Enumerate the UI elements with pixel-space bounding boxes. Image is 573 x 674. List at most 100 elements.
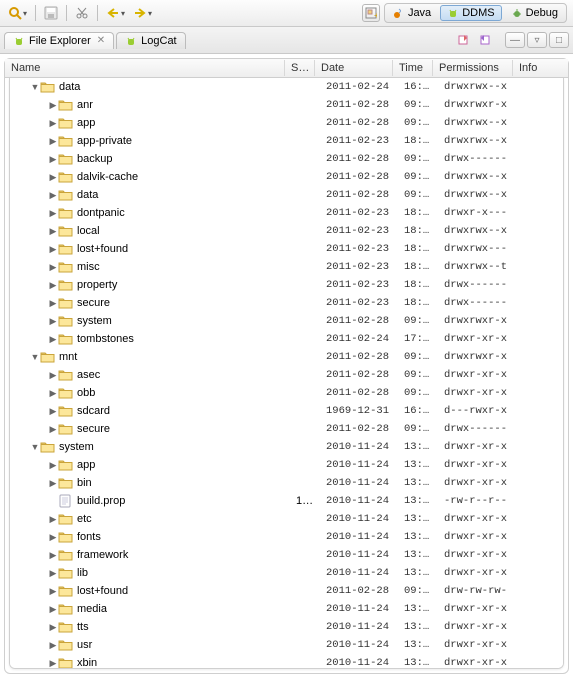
table-row[interactable]: ▶media2010-11-2413:36drwxr-xr-x (10, 600, 563, 618)
expand-toggle-collapsed-icon[interactable]: ▶ (48, 528, 58, 546)
table-row[interactable]: ▶framework2010-11-2413:38drwxr-xr-x (10, 546, 563, 564)
expand-toggle-collapsed-icon[interactable]: ▶ (48, 276, 58, 294)
open-perspective-icon[interactable]: + (362, 4, 380, 22)
table-row[interactable]: ▶app-private2011-02-2318:29drwxrwx--x (10, 132, 563, 150)
expand-toggle-collapsed-icon[interactable]: ▶ (48, 258, 58, 276)
expand-toggle-collapsed-icon[interactable]: ▶ (48, 168, 58, 186)
table-row[interactable]: ▶secure2011-02-2318:30drwx------ (10, 294, 563, 312)
tab-file-explorer[interactable]: File Explorer ✕ (4, 32, 114, 49)
expand-toggle-collapsed-icon[interactable]: ▶ (48, 330, 58, 348)
table-row[interactable]: ▶lost+found2011-02-2809:39drw-rw-rw- (10, 582, 563, 600)
table-row[interactable]: ▶secure2011-02-2809:39drwx------ (10, 420, 563, 438)
expand-toggle-collapsed-icon[interactable]: ▶ (48, 564, 58, 582)
table-row[interactable]: ▶app2011-02-2809:43drwxrwx--x (10, 114, 563, 132)
dropdown-arrow-icon[interactable]: ▾ (148, 9, 152, 18)
expand-toggle-expanded-icon[interactable]: ▼ (30, 78, 40, 96)
perspective-debug[interactable]: Debug (504, 5, 565, 21)
expand-toggle-collapsed-icon[interactable]: ▶ (48, 402, 58, 420)
expand-toggle-collapsed-icon[interactable]: ▶ (48, 96, 58, 114)
cell-time: 09:39 (398, 582, 438, 600)
table-row[interactable]: ▶backup2011-02-2809:40drwx------ (10, 150, 563, 168)
expand-toggle-collapsed-icon[interactable]: ▶ (48, 150, 58, 168)
push-file-icon[interactable] (455, 32, 473, 48)
table-row[interactable]: ▶data2011-02-2809:43drwxrwx--x (10, 186, 563, 204)
cell-date: 2011-02-23 (320, 204, 398, 222)
expand-toggle-collapsed-icon[interactable]: ▶ (48, 366, 58, 384)
close-icon[interactable]: ✕ (97, 35, 105, 46)
table-row[interactable]: ▼system2010-11-2413:36drwxr-xr-x (10, 438, 563, 456)
table-row[interactable]: ▶system2011-02-2809:43drwxrwxr-x (10, 312, 563, 330)
perspective-ddms[interactable]: DDMS (440, 5, 501, 21)
view-menu-icon[interactable]: ▿ (527, 32, 547, 48)
expand-toggle-collapsed-icon[interactable]: ▶ (48, 654, 58, 669)
table-row[interactable]: ▼mnt2011-02-2809:39drwxrwxr-x (10, 348, 563, 366)
table-row[interactable]: ▶app2010-11-2413:39drwxr-xr-x (10, 456, 563, 474)
expand-toggle-collapsed-icon[interactable]: ▶ (48, 636, 58, 654)
column-header-name[interactable]: Name (5, 60, 285, 76)
expand-toggle-collapsed-icon[interactable]: ▶ (48, 222, 58, 240)
column-header-time[interactable]: Time (393, 60, 433, 76)
table-row[interactable]: ▶dontpanic2011-02-2318:29drwxr-x--- (10, 204, 563, 222)
table-row[interactable]: ▶tombstones2011-02-2417:37drwxr-xr-x (10, 330, 563, 348)
expand-toggle-collapsed-icon[interactable]: ▶ (48, 474, 58, 492)
expand-toggle-collapsed-icon[interactable]: ▶ (48, 312, 58, 330)
expand-toggle-collapsed-icon[interactable]: ▶ (48, 240, 58, 258)
search-icon[interactable]: ▾ (6, 5, 29, 21)
expand-toggle-expanded-icon[interactable]: ▼ (30, 348, 40, 366)
table-row[interactable]: ▶lost+found2011-02-2318:29drwxrwx--- (10, 240, 563, 258)
expand-toggle-collapsed-icon[interactable]: ▶ (48, 420, 58, 438)
perspective-java[interactable]: Java (386, 5, 438, 21)
table-row[interactable]: build.prop13892010-11-2413:29-rw-r--r-- (10, 492, 563, 510)
table-row[interactable]: ▶local2011-02-2318:29drwxrwx--x (10, 222, 563, 240)
column-header-size[interactable]: Size (285, 60, 315, 76)
column-header-info[interactable]: Info (513, 60, 568, 76)
expand-toggle-expanded-icon[interactable]: ▼ (30, 438, 40, 456)
table-row[interactable]: ▶tts2010-11-2413:32drwxr-xr-x (10, 618, 563, 636)
expand-toggle-collapsed-icon[interactable]: ▶ (48, 456, 58, 474)
dropdown-arrow-icon[interactable]: ▾ (23, 9, 27, 18)
cell-time: 18:29 (398, 240, 438, 258)
table-row[interactable]: ▶lib2010-11-2413:36drwxr-xr-x (10, 564, 563, 582)
expand-toggle-collapsed-icon[interactable]: ▶ (48, 546, 58, 564)
save-icon[interactable] (42, 5, 60, 21)
expand-toggle-collapsed-icon[interactable]: ▶ (48, 204, 58, 222)
column-header-permissions[interactable]: Permissions (433, 60, 513, 76)
table-row[interactable]: ▶property2011-02-2318:31drwx------ (10, 276, 563, 294)
row-name-label: local (77, 222, 100, 240)
table-row[interactable]: ▶asec2011-02-2809:39drwxr-xr-x (10, 366, 563, 384)
expand-toggle-collapsed-icon[interactable]: ▶ (48, 618, 58, 636)
cell-time: 09:43 (398, 168, 438, 186)
maximize-view-icon[interactable]: □ (549, 32, 569, 48)
column-header-date[interactable]: Date (315, 60, 393, 76)
table-row[interactable]: ▶xbin2010-11-2413:35drwxr-xr-x (10, 654, 563, 669)
expand-toggle-collapsed-icon[interactable]: ▶ (48, 114, 58, 132)
expand-toggle-collapsed-icon[interactable]: ▶ (48, 582, 58, 600)
forward-arrow-icon[interactable]: ▾ (131, 6, 154, 20)
expand-toggle-collapsed-icon[interactable]: ▶ (48, 294, 58, 312)
minimize-view-icon[interactable]: — (505, 32, 525, 48)
table-row[interactable]: ▶usr2010-11-2413:35drwxr-xr-x (10, 636, 563, 654)
table-row[interactable]: ▶sdcard1969-12-3116:00d---rwxr-x (10, 402, 563, 420)
cell-time: 13:36 (398, 438, 438, 456)
dropdown-arrow-icon[interactable]: ▾ (121, 9, 125, 18)
expand-toggle-collapsed-icon[interactable]: ▶ (48, 186, 58, 204)
table-row[interactable]: ▼data2011-02-2416:20drwxrwx--x (10, 78, 563, 96)
tab-logcat[interactable]: LogCat (116, 32, 185, 49)
expand-toggle-collapsed-icon[interactable]: ▶ (48, 384, 58, 402)
pull-file-icon[interactable] (475, 32, 493, 48)
expand-toggle-collapsed-icon[interactable]: ▶ (48, 132, 58, 150)
table-row[interactable]: ▶misc2011-02-2318:29drwxrwx--t (10, 258, 563, 276)
table-row[interactable]: ▶fonts2010-11-2413:32drwxr-xr-x (10, 528, 563, 546)
table-row[interactable]: ▶etc2010-11-2413:39drwxr-xr-x (10, 510, 563, 528)
cell-time: 13:35 (398, 654, 438, 669)
table-row[interactable]: ▶obb2011-02-2809:39drwxr-xr-x (10, 384, 563, 402)
cut-icon[interactable] (73, 5, 91, 21)
table-row[interactable]: ▶anr2011-02-2809:41drwxrwxr-x (10, 96, 563, 114)
expand-toggle-collapsed-icon[interactable]: ▶ (48, 600, 58, 618)
tree-body[interactable]: ▼data2011-02-2416:20drwxrwx--x▶anr2011-0… (9, 78, 564, 669)
cell-date: 2011-02-24 (320, 78, 398, 96)
table-row[interactable]: ▶dalvik-cache2011-02-2809:43drwxrwx--x (10, 168, 563, 186)
expand-toggle-collapsed-icon[interactable]: ▶ (48, 510, 58, 528)
back-arrow-icon[interactable]: ▾ (104, 6, 127, 20)
table-row[interactable]: ▶bin2010-11-2413:36drwxr-xr-x (10, 474, 563, 492)
